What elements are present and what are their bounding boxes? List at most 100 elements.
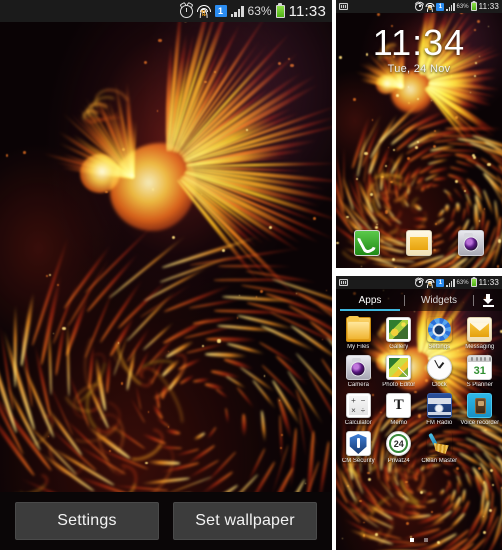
gallery-icon <box>386 317 412 342</box>
status-bar-clock: 11:33 <box>288 2 326 20</box>
page-dot-1[interactable] <box>424 538 428 542</box>
battery-full-icon <box>470 2 477 11</box>
lock-screen-preview-panel: ⇅ 1 63% 11:33 11:34 Tue, 24 Nov <box>336 0 502 268</box>
app-label: Gallery <box>389 344 409 350</box>
cellular-bars-icon <box>446 3 455 11</box>
phoenix-wallpaper-main <box>0 0 332 550</box>
clock-minute-hand <box>434 359 440 368</box>
app-item-photo-editor[interactable]: Photo Editor <box>379 355 420 388</box>
calculator-icon: + − × ÷ <box>345 393 371 418</box>
flame-tail-strand <box>456 482 460 497</box>
flame-ember <box>376 223 378 226</box>
app-item-memo[interactable]: Memo <box>379 393 420 426</box>
radio-base <box>427 412 451 415</box>
sim-card-1-icon: 1 <box>436 2 445 11</box>
flame-ember <box>434 222 437 225</box>
flame-ember <box>217 339 221 343</box>
flame-ember <box>346 216 349 219</box>
flame-ember <box>417 141 420 143</box>
app-item-clock[interactable]: Clock <box>419 355 460 388</box>
app-label: Messaging <box>465 344 495 350</box>
status-bar-clock: 11:33 <box>478 278 499 287</box>
cellular-bars-icon <box>230 5 244 17</box>
screenshot-root: ⇅ 1 63% 11:33 Settings Set wallpaper ⇅ 1… <box>0 0 502 550</box>
flame-ember <box>478 220 481 222</box>
flame-ember <box>268 225 272 229</box>
lock-screen-clock: 11:34 <box>372 22 466 63</box>
app-label: Settings <box>428 344 451 350</box>
app-label: Calculator <box>344 420 372 426</box>
app-item-voice-recorder[interactable]: Voice recorder <box>460 393 501 426</box>
tab-apps[interactable]: Apps <box>336 289 404 311</box>
dock-messaging-icon[interactable] <box>406 230 432 256</box>
flame-ember <box>290 63 294 68</box>
app-label: CM Security <box>341 458 375 464</box>
status-bar-left-drawer <box>339 278 348 287</box>
flame-ember <box>151 187 155 191</box>
flame-ember <box>454 115 458 119</box>
battery-full-icon <box>470 278 477 287</box>
flame-tail-strand <box>342 146 345 189</box>
cellular-bars-icon <box>446 279 455 287</box>
flame-ember <box>6 154 9 157</box>
app-label: Camera <box>347 382 369 388</box>
app-item-calculator[interactable]: + − × ÷ Calculator <box>338 393 379 426</box>
status-bar-left-lock <box>339 2 348 11</box>
app-label: Photo Editor <box>382 382 416 388</box>
flame-ember <box>295 292 297 294</box>
page-indicator-dots[interactable] <box>336 538 502 542</box>
download-button[interactable] <box>474 293 502 307</box>
alarm-clock-icon <box>415 278 424 287</box>
broom-icon <box>427 431 452 456</box>
sim-card-1-icon: 1 <box>214 5 227 17</box>
app-item-my-files[interactable]: My Files <box>338 316 379 350</box>
status-bar-lock: ⇅ 1 63% 11:33 <box>336 0 502 13</box>
calculator-keys: + − × ÷ <box>348 396 368 415</box>
app-item-settings[interactable]: Settings <box>419 317 460 350</box>
lock-screen-date: Tue, 24 Nov <box>387 63 451 75</box>
app-item-messaging[interactable]: Messaging <box>460 317 501 350</box>
app-item-camera[interactable]: Camera <box>338 355 379 388</box>
flame-ember <box>478 467 481 470</box>
shield-icon <box>345 431 371 456</box>
wifi-signal-icon: ⇅ <box>196 5 211 18</box>
main-wallpaper-preview-panel: ⇅ 1 63% 11:33 Settings Set wallpaper <box>0 0 332 550</box>
privat24-number: 24 <box>393 438 404 449</box>
flame-ember <box>374 532 378 536</box>
app-item-cm-security[interactable]: CM Security <box>338 431 379 464</box>
radio-icon <box>426 393 452 418</box>
app-item-fm-radio[interactable]: FM Radio <box>419 393 460 426</box>
recorder-body <box>475 398 487 414</box>
dock-camera-icon[interactable] <box>458 230 484 256</box>
microphone-icon <box>467 393 493 418</box>
flame-ember <box>448 262 450 264</box>
status-bar-right-main: ⇅ 1 63% 11:33 <box>179 2 326 20</box>
dock-phone-icon[interactable] <box>354 230 380 256</box>
alarm-clock-icon <box>415 2 424 11</box>
app-label: Memo <box>390 420 408 426</box>
app-item-clean-master[interactable]: Clean Master <box>419 431 460 464</box>
wifi-signal-icon: ⇅ <box>425 278 435 288</box>
flame-ember <box>246 129 248 131</box>
alarm-clock-icon <box>179 4 193 18</box>
flame-ember <box>202 345 204 347</box>
app-item-privat24[interactable]: 24 Privat24 <box>379 431 420 464</box>
photo-editor-icon <box>386 355 412 380</box>
flame-ember <box>370 192 373 196</box>
envelope-icon <box>467 317 493 342</box>
memo-icon <box>386 393 412 418</box>
phoenix-head <box>79 154 120 193</box>
set-wallpaper-button[interactable]: Set wallpaper <box>173 502 317 540</box>
page-dot-0[interactable] <box>410 538 414 542</box>
wifi-signal-icon: ⇅ <box>425 2 435 12</box>
app-item-s-planner[interactable]: 31 S Planner <box>460 355 501 388</box>
wallpaper-action-bar: Settings Set wallpaper <box>0 492 332 550</box>
app-item-gallery[interactable]: Gallery <box>379 317 420 350</box>
tab-widgets[interactable]: Widgets <box>405 289 473 311</box>
app-label: Clock <box>431 382 447 388</box>
flame-ember <box>158 38 162 42</box>
battery-percent-label: 63% <box>456 279 469 286</box>
flame-ember <box>47 436 49 437</box>
settings-button[interactable]: Settings <box>15 502 159 540</box>
flame-ember <box>117 342 119 344</box>
